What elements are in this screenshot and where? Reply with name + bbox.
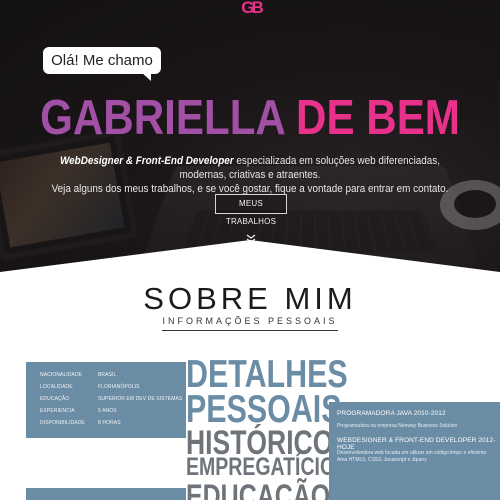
about-title: SOBRE MIM	[143, 281, 357, 316]
heading-empregaticio: EMPREGATÍCIO	[186, 453, 336, 481]
job-description: Programadora na empresa Neoway Business …	[337, 423, 458, 429]
job-title: PROGRAMADORA JAVA 2010-2012	[337, 410, 446, 417]
info-value: BRASIL	[98, 372, 117, 378]
role-title: WebDesigner & Front-End Developer	[59, 155, 234, 167]
my-work-button[interactable]: MEUS TRABALHOS	[215, 194, 287, 226]
heading-educacao: EDUCAÇÃO	[186, 478, 331, 500]
brand-logo[interactable]: GB	[236, 0, 266, 20]
info-label: NACIONALIDADE	[40, 372, 83, 378]
info-value: FLORIANÓPOLIS	[98, 384, 140, 390]
job-title: WEBDESIGNER & FRONT-END DEVELOPER 2012-H…	[337, 437, 496, 451]
hero-name: GABRIELLA DE BEM	[35, 90, 465, 146]
personal-info-panel: NACIONALIDADE BRASIL LOCALIDADE FLORIANÓ…	[26, 362, 186, 438]
info-label: DISPONIBILIDADE	[40, 420, 85, 426]
info-label: EDUCAÇÃO	[40, 396, 70, 402]
info-value: 5 ANOS	[98, 408, 117, 414]
info-label: LOCALIDADE	[40, 384, 73, 390]
hero-description: WebDesigner & Front-End Developer especi…	[43, 154, 457, 196]
name-first: GABRIELLA	[40, 91, 285, 145]
about-subtitle: INFORMAÇÕES PESSOAIS	[162, 316, 338, 326]
info-value: SUPERIOR EM DEV DE SISTEMAS	[98, 396, 183, 402]
info-value: 8 HORAS	[98, 420, 121, 426]
info-label: EXPERIENCIA	[40, 408, 75, 414]
name-last: DE BEM	[296, 91, 460, 145]
job-description: Desenvolvedora web focada em utilizar um…	[337, 450, 488, 463]
employment-history-panel: PROGRAMADORA JAVA 2010-2012 Programadora…	[329, 402, 500, 500]
greeting-bubble: Olá! Me chamo	[43, 47, 161, 81]
education-panel	[26, 488, 186, 500]
title-divider	[162, 330, 338, 331]
